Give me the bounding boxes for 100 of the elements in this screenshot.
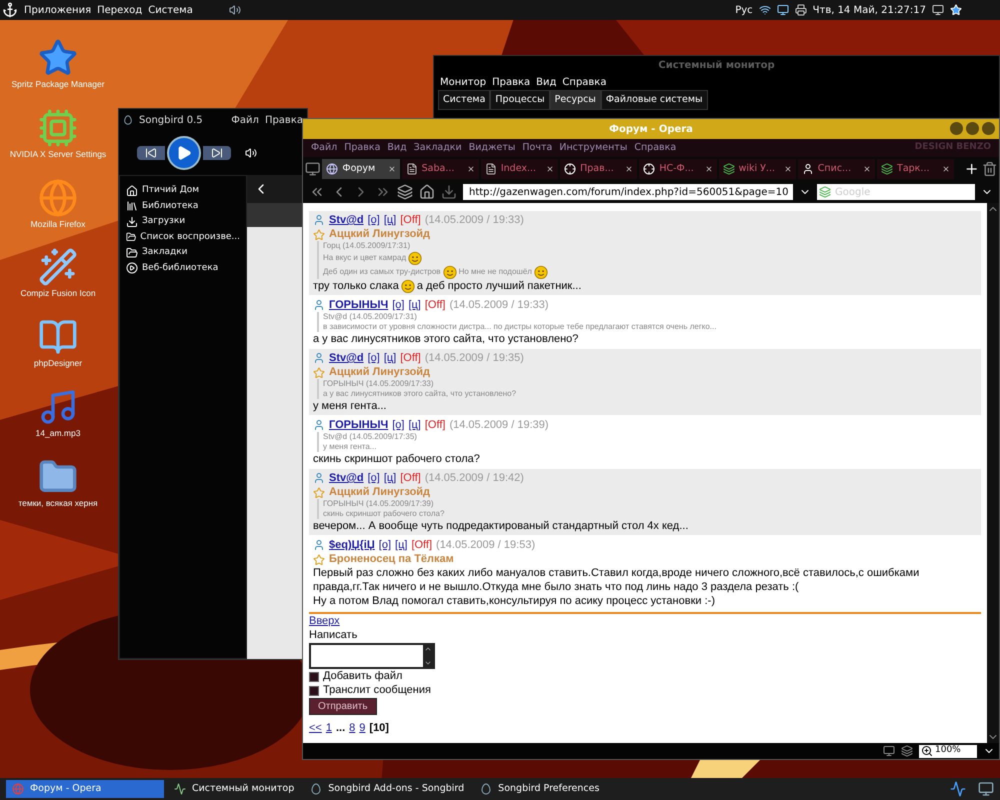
anchor-icon[interactable]	[2, 2, 18, 18]
author-link[interactable]: ГОРЫНЫЧ	[329, 298, 388, 312]
taskbar-button[interactable]: Songbird Preferences	[474, 780, 606, 798]
menu-item[interactable]: Файл	[311, 140, 338, 156]
desktop-icon-label[interactable]: темки, всякая херня	[18, 496, 98, 510]
trash-icon[interactable]	[982, 161, 998, 177]
close-icon[interactable]	[863, 165, 872, 173]
tab[interactable]: Процессы	[490, 90, 550, 110]
close-icon[interactable]	[942, 165, 950, 173]
panel-menu[interactable]: Приложения	[24, 2, 92, 18]
menu-item[interactable]: Справка	[634, 140, 676, 156]
message-field[interactable]	[309, 643, 435, 669]
desktop-icon-label[interactable]: Mozilla Firefox	[30, 218, 86, 230]
keyboard-layout[interactable]: Рус	[735, 2, 753, 18]
author-link[interactable]: $eq)Џ{іЏ	[329, 538, 375, 552]
desktop-icon[interactable]	[978, 781, 994, 797]
browser-tab[interactable]: Спис...	[798, 159, 876, 179]
browser-tab[interactable]: Saba...	[402, 159, 479, 179]
post-link[interactable]: [ц]	[395, 538, 408, 552]
page-link[interactable]: <<	[309, 722, 322, 735]
menu-item[interactable]: Монитор	[440, 74, 486, 90]
clock[interactable]: Чтв, 14 Май, 21:27:17	[812, 2, 926, 18]
menu-item[interactable]: Почта	[522, 140, 552, 156]
post-link[interactable]: [ц]	[408, 418, 421, 432]
window-control[interactable]	[982, 122, 995, 135]
desktop-icon-label[interactable]: Compiz Fusion Icon	[20, 287, 96, 300]
star-icon[interactable]	[950, 4, 962, 16]
post-link[interactable]: [ц]	[384, 351, 396, 365]
close-icon[interactable]	[546, 165, 554, 173]
author-link[interactable]: ГОРЫНЫЧ	[329, 418, 388, 432]
play-button[interactable]	[167, 136, 201, 170]
close-icon[interactable]	[466, 165, 475, 173]
desktop-icon-label[interactable]: phpDesigner	[34, 357, 82, 370]
browser-tab[interactable]: Форум	[322, 159, 400, 179]
tab[interactable]: Файловые системы	[600, 90, 708, 110]
sidebar-item[interactable]: Список воспроизве...	[140, 230, 240, 244]
window-control[interactable]	[950, 122, 963, 135]
address-field[interactable]: http://gazenwagen.com/forum/index.php?id=560051&page=10	[463, 184, 793, 200]
tab[interactable]: Система	[438, 90, 490, 110]
page-link[interactable]: 8	[349, 722, 356, 735]
desktop-icon-label[interactable]: Spritz Package Manager	[11, 78, 105, 91]
author-link[interactable]: Stv@d	[329, 351, 364, 365]
sidebar-item[interactable]: Библиотека	[142, 200, 198, 213]
tab[interactable]: Ресурсы	[550, 90, 601, 110]
next-button[interactable]	[203, 146, 231, 160]
sidebar-item[interactable]: Птичий Дом	[142, 184, 200, 198]
window-control[interactable]	[966, 122, 979, 135]
menu-item[interactable]: Виджеты	[468, 140, 516, 156]
close-icon[interactable]	[625, 165, 634, 173]
menu-item[interactable]: Вид	[387, 140, 407, 156]
close-icon[interactable]	[388, 165, 396, 173]
taskbar-button[interactable]: Songbird Add-ons - Songbird	[304, 780, 470, 798]
scrollbar[interactable]	[987, 203, 999, 743]
desktop-icon-label[interactable]: 14_am.mp3	[36, 426, 80, 440]
close-icon[interactable]	[784, 165, 792, 173]
checkbox[interactable]	[309, 672, 319, 682]
post-link[interactable]: [ц]	[408, 298, 421, 312]
menu-item[interactable]: Правка	[344, 140, 380, 156]
browser-tab[interactable]: Тарк...	[877, 159, 954, 179]
home-icon[interactable]	[419, 184, 435, 200]
download-icon[interactable]	[441, 184, 457, 200]
sidebar-item[interactable]: Загрузки	[142, 215, 186, 228]
browser-tab[interactable]: НС-Ф...	[639, 159, 717, 179]
panel-menu[interactable]: Система	[148, 2, 193, 18]
post-link[interactable]: [о]	[392, 298, 404, 312]
post-link[interactable]: [о]	[392, 418, 404, 432]
panel-toggle-icon[interactable]	[305, 161, 320, 177]
menu-item[interactable]: Инструменты	[559, 140, 628, 156]
menu-item[interactable]: Справка	[562, 74, 606, 90]
author-link[interactable]: Stv@d	[329, 471, 364, 485]
magic-wand-icon[interactable]	[38, 247, 78, 288]
page-link[interactable]: 1	[326, 722, 332, 735]
browser-tab[interactable]: Index...	[480, 159, 558, 179]
menu-item[interactable]: Файл	[231, 112, 259, 128]
post-link[interactable]: [о]	[368, 213, 380, 227]
zoom-field[interactable]: 100%	[919, 744, 977, 758]
author-link[interactable]: Stv@d	[329, 213, 364, 227]
menu-item[interactable]: Вид	[536, 74, 556, 90]
previous-button[interactable]	[137, 146, 165, 160]
star-icon[interactable]	[38, 38, 78, 78]
speaker-icon[interactable]	[228, 4, 241, 16]
post-link[interactable]: [о]	[368, 351, 380, 365]
post-link[interactable]: [ц]	[384, 471, 396, 485]
close-icon[interactable]	[704, 165, 713, 173]
menu-item[interactable]: Правка	[264, 112, 303, 128]
desktop-icon-label[interactable]: NVIDIA X Server Settings	[10, 148, 106, 160]
submit-button[interactable]: Отправить	[309, 698, 377, 715]
monitor-icon[interactable]	[932, 4, 944, 16]
browser-tab[interactable]: Прав...	[560, 159, 638, 179]
page-link[interactable]: 9	[359, 722, 366, 735]
post-link[interactable]: [о]	[368, 471, 380, 485]
taskbar-button[interactable]: Системный монитор	[168, 780, 300, 798]
browser-tab[interactable]: wiki У...	[718, 159, 796, 179]
post-link[interactable]: [ц]	[384, 213, 396, 227]
printer-icon[interactable]	[794, 4, 807, 16]
menu-item[interactable]: Правка	[492, 74, 530, 90]
post-link[interactable]: [о]	[378, 538, 392, 552]
sidebar-item[interactable]: Закладки	[142, 246, 188, 260]
checkbox[interactable]	[309, 686, 319, 696]
taskbar-button[interactable]: Форум - Opera	[6, 780, 164, 798]
